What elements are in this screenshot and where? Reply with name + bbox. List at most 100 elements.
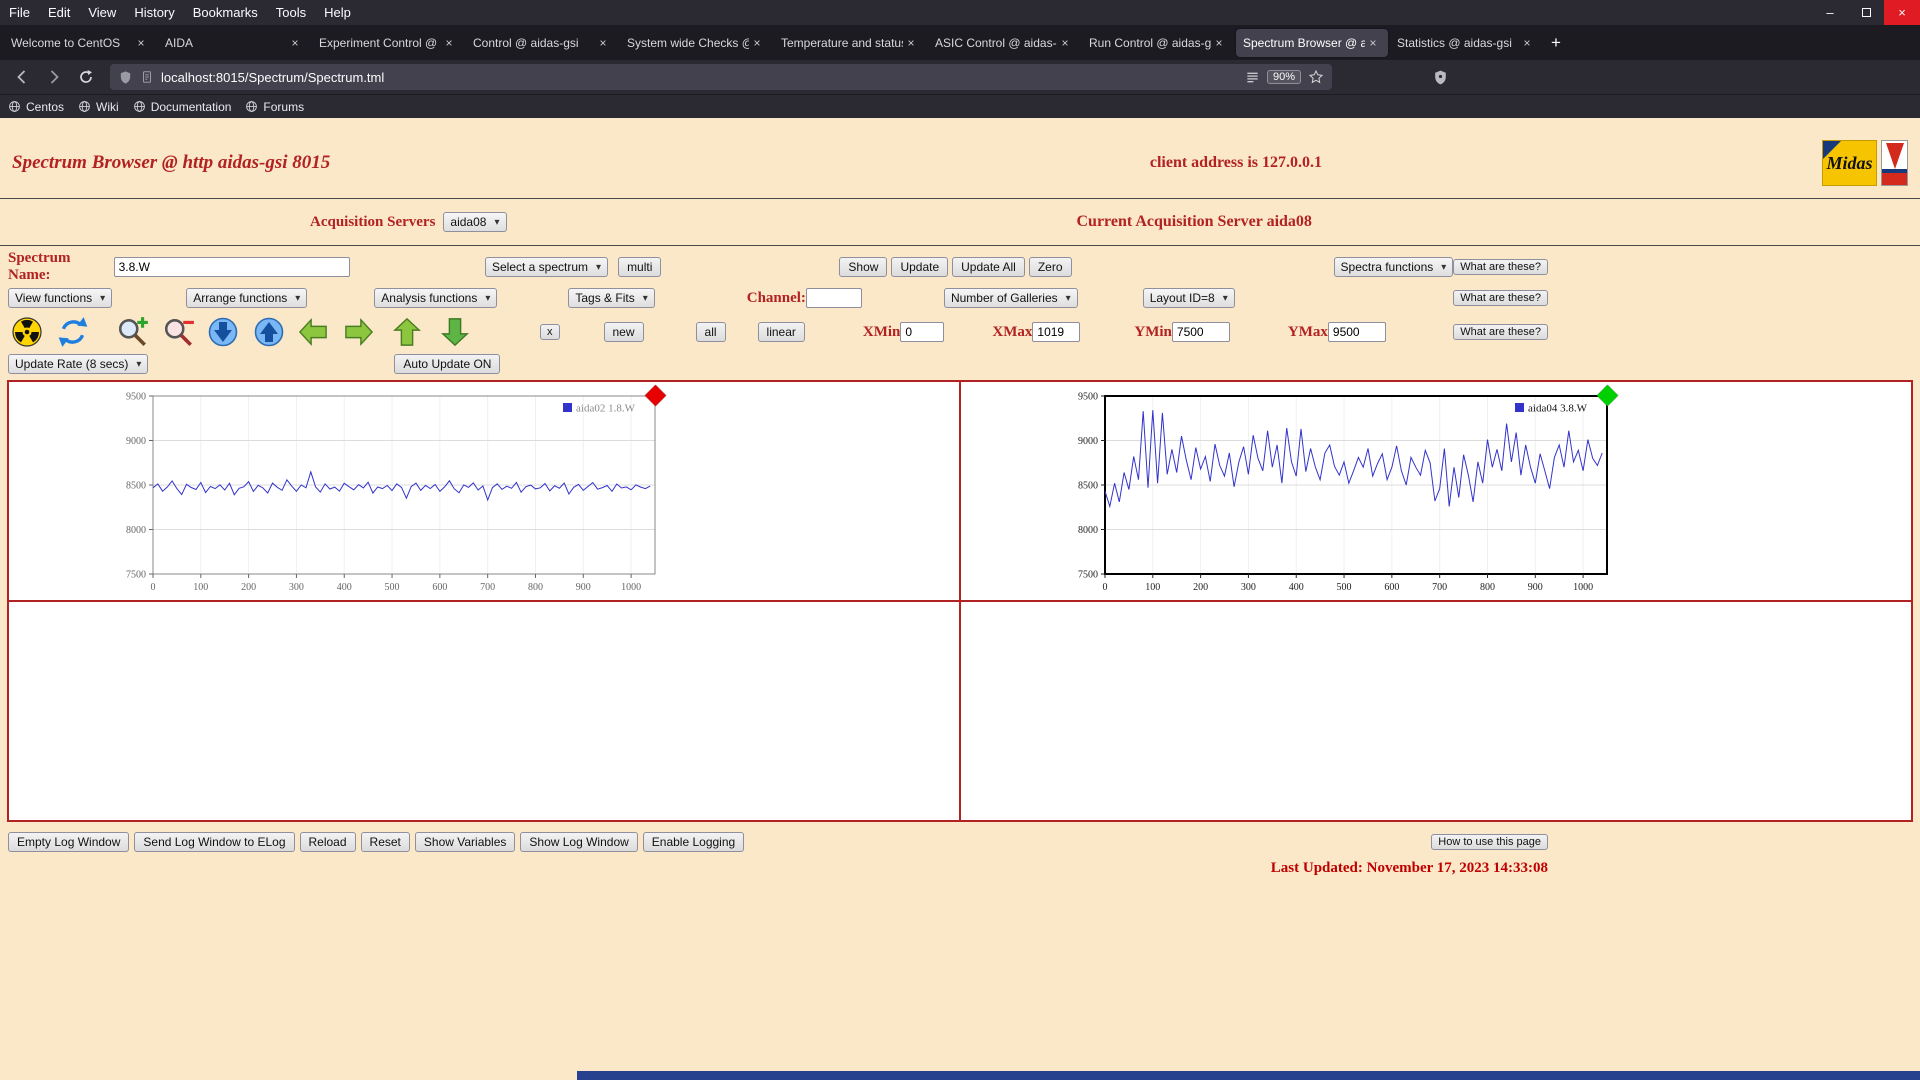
reader-mode-icon[interactable] <box>1245 70 1260 85</box>
zoom-in-button[interactable] <box>114 315 152 349</box>
toolbar-shield-icon[interactable] <box>1432 69 1449 86</box>
multi-button[interactable]: multi <box>618 257 662 277</box>
new-button[interactable]: new <box>603 322 644 342</box>
tab-experiment-control[interactable]: Experiment Control @ a × <box>312 29 464 57</box>
menu-tools[interactable]: Tools <box>267 0 315 25</box>
tab-spectrum-browser[interactable]: Spectrum Browser @ a × <box>1236 28 1388 57</box>
tab-temperature[interactable]: Temperature and status × <box>774 29 926 57</box>
tab-welcome-centos[interactable]: Welcome to CentOS × <box>4 29 156 57</box>
update-rate-select[interactable]: Update Rate (8 secs) ▾ <box>8 354 149 374</box>
tab-close-icon[interactable]: × <box>1519 35 1535 51</box>
reset-button[interactable]: Reset <box>360 832 410 852</box>
svg-text:900: 900 <box>576 582 591 593</box>
bookmark-forums[interactable]: Forums <box>245 100 304 114</box>
all-button[interactable]: all <box>695 322 726 342</box>
refresh-button[interactable] <box>54 315 92 349</box>
tab-run-control[interactable]: Run Control @ aidas-gsi × <box>1082 29 1234 57</box>
update-all-button[interactable]: Update All <box>952 257 1025 277</box>
tags-fits-select[interactable]: Tags & Fits ▾ <box>568 288 655 308</box>
page-icon[interactable] <box>140 70 154 84</box>
move-left-button[interactable] <box>294 315 332 349</box>
auto-update-button[interactable]: Auto Update ON <box>394 354 501 374</box>
spectrum-cell-empty-1[interactable] <box>8 601 960 821</box>
window-maximize-button[interactable] <box>1848 0 1884 25</box>
arrange-functions-select[interactable]: Arrange functions ▾ <box>186 288 308 308</box>
linear-button[interactable]: linear <box>757 322 805 342</box>
view-functions-select[interactable]: View functions ▾ <box>8 288 113 308</box>
tab-close-icon[interactable]: × <box>1057 35 1073 51</box>
empty-log-window-button[interactable]: Empty Log Window <box>8 832 130 852</box>
window-minimize-button[interactable]: – <box>1812 0 1848 25</box>
zoom-out-button[interactable] <box>160 315 198 349</box>
forward-button[interactable] <box>40 64 68 90</box>
tab-close-icon[interactable]: × <box>903 35 919 51</box>
move-down-button[interactable] <box>436 315 474 349</box>
svg-text:700: 700 <box>480 582 495 593</box>
shield-icon[interactable] <box>118 70 133 85</box>
move-up-button[interactable] <box>388 315 426 349</box>
bookmark-documentation[interactable]: Documentation <box>133 100 231 114</box>
tab-close-icon[interactable]: × <box>1211 35 1227 51</box>
spectra-functions-select[interactable]: Spectra functions ▾ <box>1333 257 1454 277</box>
star-icon[interactable] <box>1308 69 1324 85</box>
page-down-button[interactable] <box>204 315 242 349</box>
bookmark-wiki[interactable]: Wiki <box>78 100 119 114</box>
menu-edit[interactable]: Edit <box>39 0 79 25</box>
menu-view[interactable]: View <box>79 0 125 25</box>
select-spectrum-dropdown[interactable]: Select a spectrum ▾ <box>484 257 609 277</box>
spectrum-name-input[interactable] <box>113 257 350 277</box>
url-text[interactable]: localhost:8015/Spectrum/Spectrum.tml <box>161 70 1238 85</box>
tab-close-icon[interactable]: × <box>287 35 303 51</box>
xmin-input[interactable] <box>900 322 945 342</box>
bookmark-centos[interactable]: Centos <box>8 100 64 114</box>
spectrum-cell-empty-2[interactable] <box>960 601 1912 821</box>
spectrum-cell-aida02[interactable]: 0 100 200 300 400 500 600 700 800 900 1000 7500 8000… <box>8 381 960 601</box>
reload-button[interactable] <box>72 64 100 90</box>
new-tab-button[interactable]: + <box>1543 30 1569 56</box>
analysis-functions-select[interactable]: Analysis functions ▾ <box>374 288 498 308</box>
enable-logging-button[interactable]: Enable Logging <box>642 832 745 852</box>
menu-bookmarks[interactable]: Bookmarks <box>184 0 267 25</box>
channel-input[interactable] <box>805 288 862 308</box>
tab-close-icon[interactable]: × <box>749 35 765 51</box>
reload-page-button[interactable]: Reload <box>299 832 356 852</box>
svg-text:100: 100 <box>193 582 208 593</box>
tab-statistics[interactable]: Statistics @ aidas-gsi × <box>1390 29 1542 57</box>
page-up-button[interactable] <box>250 315 288 349</box>
menu-file[interactable]: File <box>0 0 39 25</box>
ymax-input[interactable] <box>1327 322 1386 342</box>
ymin-input[interactable] <box>1171 322 1230 342</box>
menu-help[interactable]: Help <box>315 0 360 25</box>
number-of-galleries-select[interactable]: Number of Galleries ▾ <box>943 288 1078 308</box>
show-button[interactable]: Show <box>839 257 888 277</box>
zero-button[interactable]: Zero <box>1028 257 1072 277</box>
show-variables-button[interactable]: Show Variables <box>414 832 516 852</box>
update-button[interactable]: Update <box>891 257 949 277</box>
what-are-these-button[interactable]: What are these? <box>1453 259 1548 275</box>
tab-close-icon[interactable]: × <box>133 35 149 51</box>
tab-asic-control[interactable]: ASIC Control @ aidas-g × <box>928 29 1080 57</box>
what-are-these-button[interactable]: What are these? <box>1453 290 1548 306</box>
move-right-button[interactable] <box>340 315 378 349</box>
xmax-input[interactable] <box>1032 322 1081 342</box>
x-axis-button[interactable]: x <box>540 324 560 340</box>
acquisition-server-select[interactable]: aida08 ▾ <box>443 212 507 232</box>
tab-close-icon[interactable]: × <box>595 35 611 51</box>
tab-system-checks[interactable]: System wide Checks @ × <box>620 29 772 57</box>
how-to-use-button[interactable]: How to use this page <box>1431 834 1548 850</box>
what-are-these-button[interactable]: What are these? <box>1453 324 1548 340</box>
tab-close-icon[interactable]: × <box>1365 35 1381 51</box>
window-close-button[interactable]: × <box>1884 0 1920 25</box>
radiation-button[interactable] <box>8 315 46 349</box>
back-button[interactable] <box>8 64 36 90</box>
url-bar[interactable]: localhost:8015/Spectrum/Spectrum.tml 90% <box>110 64 1332 90</box>
send-log-to-elog-button[interactable]: Send Log Window to ELog <box>134 832 295 852</box>
zoom-level-badge[interactable]: 90% <box>1266 70 1301 84</box>
tab-control[interactable]: Control @ aidas-gsi × <box>466 29 618 57</box>
spectrum-cell-aida04[interactable]: 0 100 200 300 400 500 600 700 800 900 1000 7500 8000… <box>960 381 1912 601</box>
menu-history[interactable]: History <box>125 0 183 25</box>
show-log-window-button[interactable]: Show Log Window <box>520 832 638 852</box>
layout-id-select[interactable]: Layout ID=8 ▾ <box>1142 288 1235 308</box>
tab-close-icon[interactable]: × <box>441 35 457 51</box>
tab-aida[interactable]: AIDA × <box>158 29 310 57</box>
